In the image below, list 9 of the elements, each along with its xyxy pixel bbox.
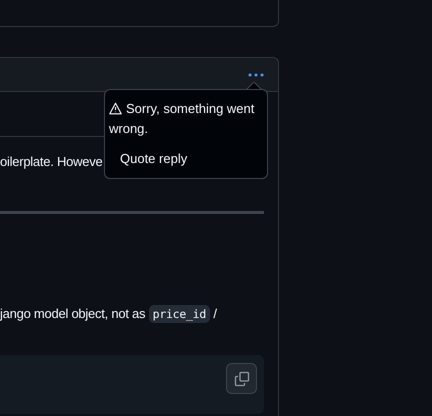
warning-icon — [109, 102, 122, 115]
kebab-icon — [248, 72, 264, 76]
body-text: oilerplate. Howeve — [0, 153, 102, 171]
error-message: Sorry, something went wrong. — [109, 100, 256, 138]
more-options-button[interactable] — [246, 70, 266, 78]
menu-item[interactable]: Quote reply — [109, 147, 263, 170]
copy-button[interactable] — [226, 363, 257, 394]
body-text: jango model object, not as price_id / — [0, 305, 217, 323]
copy-icon — [234, 370, 250, 386]
